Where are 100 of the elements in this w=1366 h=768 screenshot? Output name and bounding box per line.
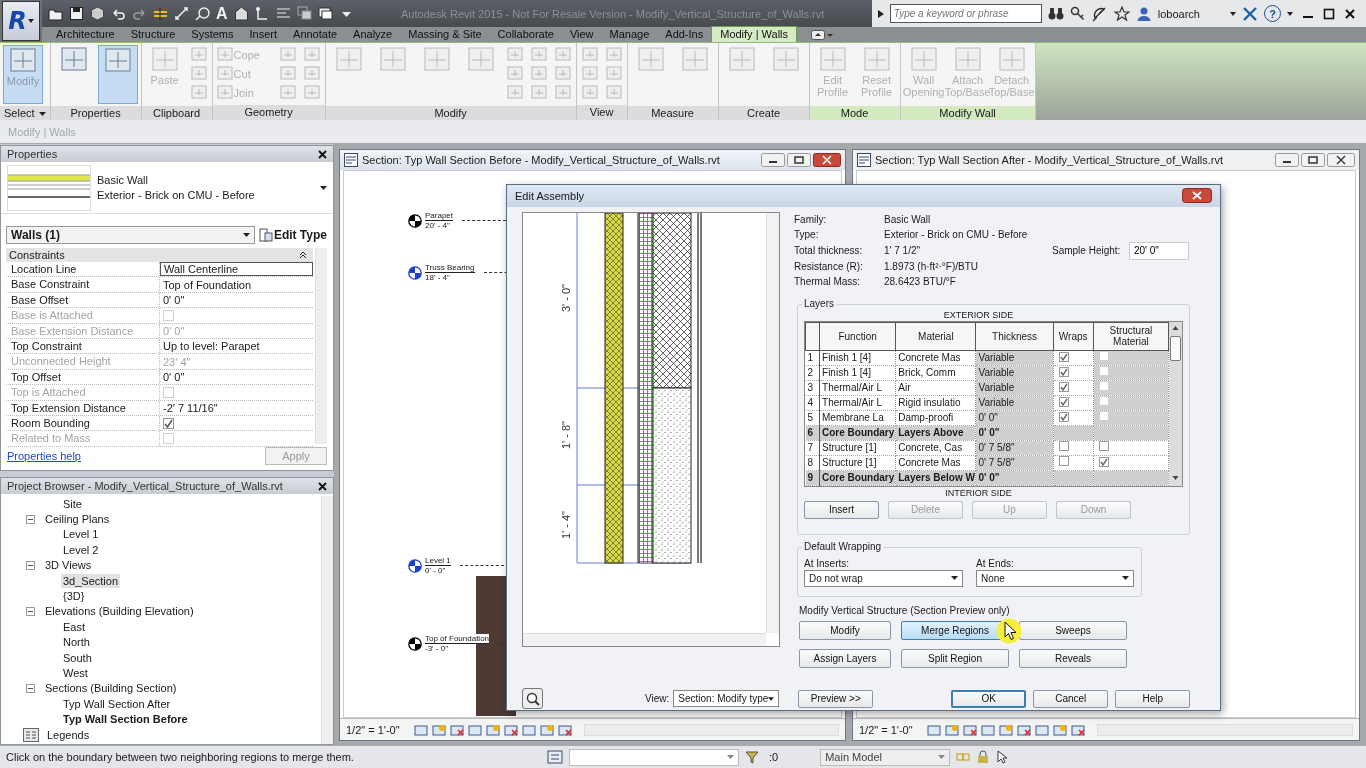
workset-icon[interactable] <box>547 750 563 764</box>
text-tool-button[interactable]: A <box>216 4 228 23</box>
tree-item[interactable]: Typ Wall Section Before <box>61 712 190 727</box>
tool-button[interactable] <box>97 45 138 104</box>
search-field[interactable]: Type a keyword or phrase <box>889 4 1042 23</box>
table-cell[interactable]: Damp-proofi <box>895 410 976 426</box>
type-selector[interactable]: Basic Wall Exterior - Brick on CMU - Before <box>1 162 333 214</box>
dropdown[interactable]: None <box>976 569 1134 587</box>
ok-button[interactable]: OK <box>951 689 1027 708</box>
star-icon[interactable] <box>1113 5 1130 22</box>
minimize-icon[interactable] <box>761 153 785 167</box>
ribbon-tab[interactable]: Analyze <box>345 27 401 42</box>
checkbox[interactable] <box>1058 455 1069 466</box>
close-icon[interactable] <box>318 481 327 491</box>
view-scale[interactable]: 1/2" = 1'-0" <box>346 723 400 736</box>
property-value[interactable]: Wall Centerline <box>160 262 313 277</box>
ribbon-tab[interactable]: View <box>561 27 602 42</box>
tree-item[interactable]: 3d_Section <box>61 573 121 588</box>
table-cell[interactable] <box>1093 455 1169 471</box>
cancel-button[interactable]: Cancel <box>1033 689 1109 708</box>
tree-item[interactable]: East <box>61 619 87 634</box>
view-control-icon[interactable] <box>998 723 1013 736</box>
table-cell[interactable]: Concrete Mas <box>895 350 976 366</box>
property-value[interactable]: 0' 0" <box>160 369 313 385</box>
property-value[interactable]: -2' 7 11/16" <box>160 400 313 415</box>
table-cell[interactable]: Structure [1] <box>819 455 896 471</box>
tree-item[interactable]: Level 1 <box>61 527 101 542</box>
zoom-button[interactable] <box>522 688 543 710</box>
dialog-button[interactable]: Sweeps <box>1019 620 1127 640</box>
preview-button[interactable]: Preview >> <box>798 689 874 708</box>
table-cell[interactable] <box>1093 365 1169 381</box>
view-scale[interactable]: 1/2" = 1'-0" <box>859 723 913 736</box>
tree-item[interactable]: Elevations (Building Elevation) <box>43 604 196 619</box>
maximize-icon[interactable] <box>1323 7 1335 20</box>
section-icon[interactable] <box>254 6 270 21</box>
ribbon-tab[interactable]: Add-Ins <box>657 27 712 42</box>
thin-lines-icon[interactable] <box>275 6 291 21</box>
table-cell[interactable]: Finish 1 [4] <box>819 350 896 366</box>
view-control-icon[interactable] <box>1070 723 1085 736</box>
view-control-icon[interactable] <box>485 723 500 736</box>
table-cell[interactable]: Thermal/Air L <box>819 395 896 411</box>
table-cell[interactable]: Rigid insulatio <box>895 395 976 411</box>
help-button[interactable]: Help <box>1115 689 1191 708</box>
property-value[interactable]: Up to level: Parapet <box>160 338 313 354</box>
tree-item[interactable]: West <box>61 666 90 680</box>
minimize-icon[interactable] <box>1275 153 1299 167</box>
checkbox[interactable] <box>1058 381 1069 392</box>
checkbox[interactable] <box>1058 411 1069 422</box>
close-icon[interactable] <box>318 149 327 159</box>
collapse-icon[interactable] <box>26 560 35 570</box>
save-icon[interactable] <box>69 6 84 21</box>
align-icon[interactable] <box>153 6 168 21</box>
checkbox[interactable] <box>1098 440 1109 451</box>
table-cell[interactable]: Brick, Comm <box>895 365 976 381</box>
group-header[interactable]: Constraints <box>6 248 313 262</box>
tree-item[interactable]: Site <box>61 496 84 511</box>
ribbon-tab[interactable]: Annotate <box>285 27 346 42</box>
table-cell[interactable]: Finish 1 [4] <box>819 365 896 381</box>
close-icon[interactable] <box>1344 7 1356 20</box>
property-value[interactable]: Top of Foundation <box>160 277 313 292</box>
table-cell[interactable]: Concrete, Cas <box>895 440 976 456</box>
view-control-icon[interactable] <box>521 723 536 736</box>
table-cell[interactable] <box>1093 395 1169 411</box>
link-icon[interactable] <box>956 750 971 764</box>
instance-dropdown[interactable]: Walls (1) <box>6 226 255 244</box>
checkbox[interactable] <box>1058 440 1069 451</box>
input-field[interactable]: 20' 0" <box>1129 241 1189 260</box>
user-icon[interactable] <box>1135 5 1152 22</box>
view-control-icon[interactable] <box>431 723 446 736</box>
collapse-icon[interactable] <box>26 683 35 693</box>
ribbon-tab[interactable]: Systems <box>183 27 242 42</box>
user-name[interactable]: loboarch <box>1157 7 1200 20</box>
view-control-icon[interactable] <box>1016 723 1031 736</box>
checkbox[interactable] <box>1058 366 1069 377</box>
tree-item[interactable]: Level 2 <box>61 542 101 557</box>
tree-item[interactable]: Typ Wall Section After <box>61 696 173 711</box>
checkbox[interactable] <box>1058 396 1069 407</box>
checkbox[interactable] <box>1098 456 1109 467</box>
lock-icon[interactable] <box>976 750 991 764</box>
folder-icon[interactable] <box>48 6 63 21</box>
caret-icon[interactable] <box>1287 11 1293 16</box>
table-cell[interactable]: Membrane La <box>819 410 896 426</box>
ribbon-tab[interactable]: Manage <box>601 27 658 42</box>
caret-icon[interactable] <box>1230 11 1236 16</box>
collapse-icon[interactable] <box>26 514 35 524</box>
binoculars-icon[interactable] <box>1047 5 1064 22</box>
ribbon-tab[interactable]: Architecture <box>48 27 123 42</box>
dropdown[interactable]: Do not wrap <box>804 569 963 587</box>
key-icon[interactable] <box>1069 5 1086 22</box>
redo-icon[interactable] <box>132 6 147 21</box>
tree-item[interactable]: South <box>61 650 94 665</box>
close-windows-icon[interactable] <box>296 6 312 21</box>
dialog-button[interactable]: Assign Layers <box>799 648 891 668</box>
checkbox[interactable] <box>1058 351 1069 362</box>
edit-type-button[interactable]: Edit Type <box>258 226 327 244</box>
ribbon-tab[interactable]: Massing & Site <box>400 27 490 42</box>
dropdown[interactable]: Main Model <box>820 748 951 766</box>
ribbon-tab[interactable]: Structure <box>122 27 184 42</box>
tree-item[interactable]: {3D} <box>61 589 87 604</box>
checkbox[interactable] <box>163 417 174 429</box>
